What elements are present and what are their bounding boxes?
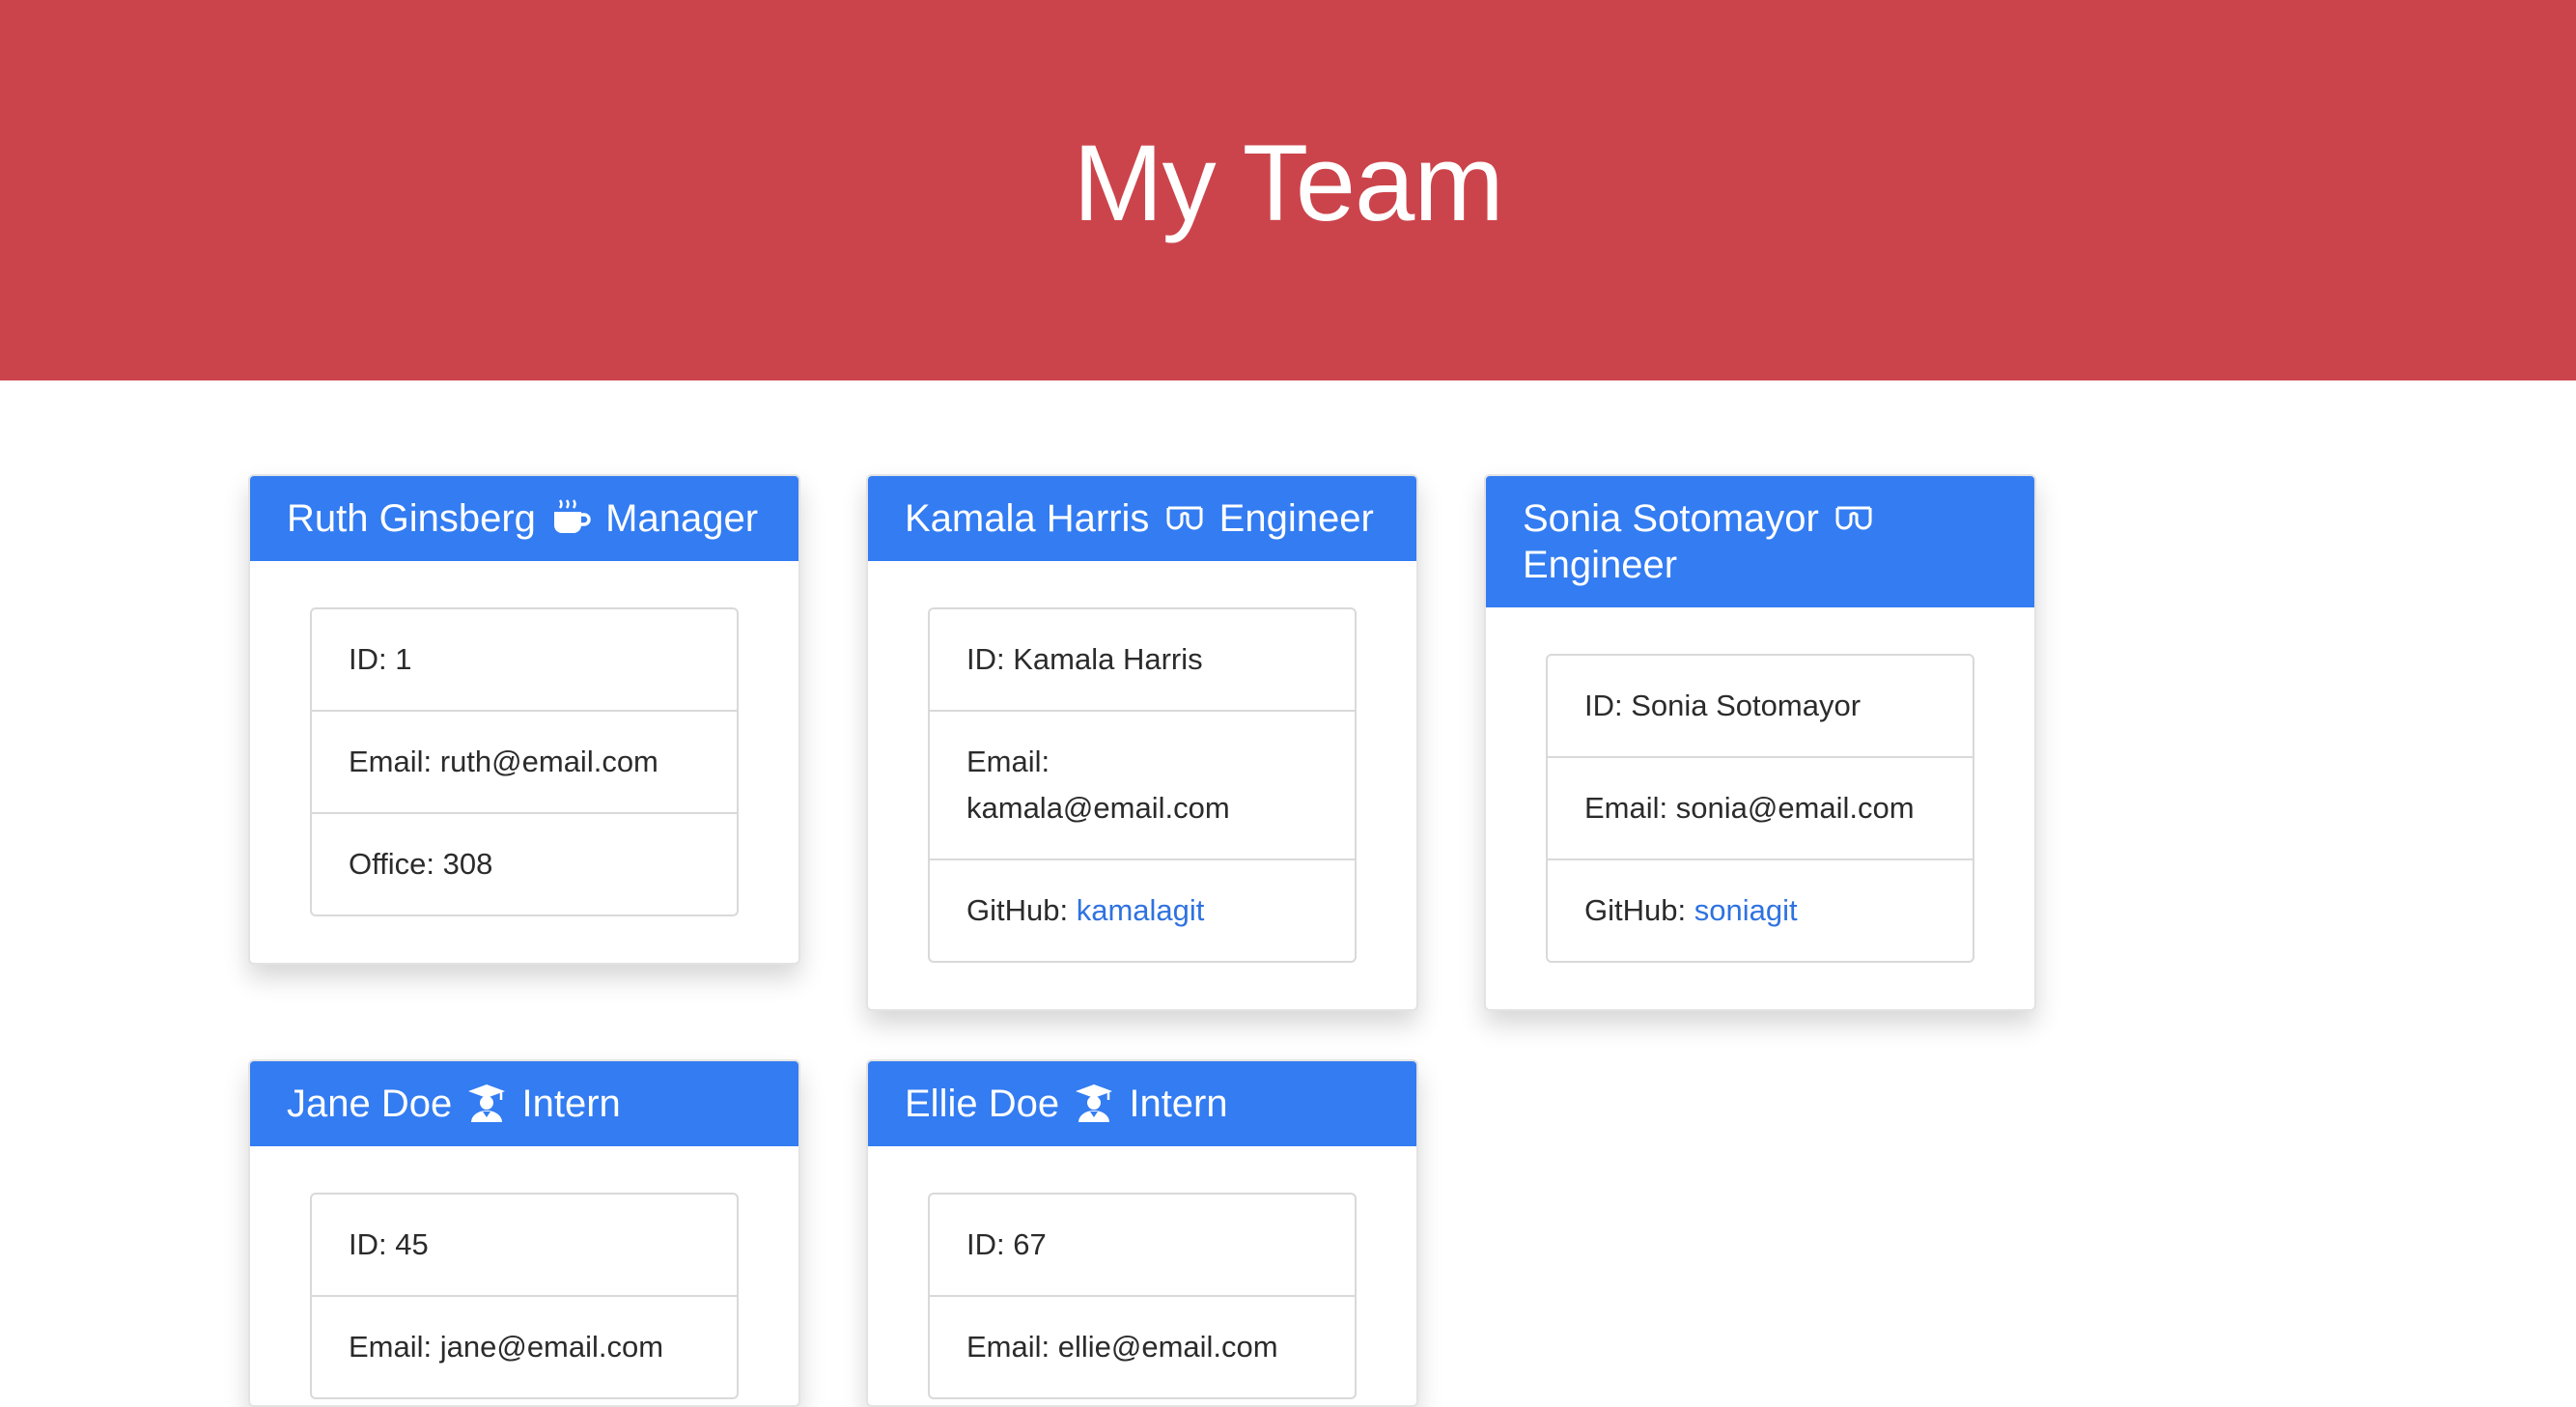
- github-row: GitHub: kamalagit: [930, 858, 1355, 961]
- employee-id: ID: Kamala Harris: [966, 642, 1203, 676]
- graduate-icon: [468, 1084, 506, 1122]
- card-header: Ellie Doe Intern: [868, 1061, 1416, 1146]
- github-label: GitHub:: [966, 893, 1077, 927]
- employee-name: Kamala Harris: [905, 497, 1150, 540]
- employee-card: Sonia Sotomayor Engineer ID: Sonia Sotom…: [1484, 474, 2036, 1011]
- github-link[interactable]: kamalagit: [1077, 893, 1205, 927]
- employee-role: Intern: [1129, 1083, 1228, 1125]
- employee-role: Engineer: [1218, 497, 1374, 540]
- card-header: Kamala Harris Engineer: [868, 476, 1416, 561]
- github-label: GitHub:: [1584, 893, 1694, 927]
- card-header: Sonia Sotomayor Engineer: [1486, 476, 2034, 607]
- employee-id: ID: 45: [349, 1227, 429, 1261]
- employee-email: Email: ellie@email.com: [930, 1295, 1355, 1397]
- card-body: ID: 45 Email: jane@email.com: [250, 1146, 798, 1405]
- employee-email: Email: kamala@email.com: [930, 710, 1355, 858]
- glasses-icon: [1166, 506, 1203, 530]
- employee-role: Manager: [605, 497, 759, 540]
- card-header: Ruth Ginsberg Manager: [250, 476, 798, 561]
- employee-card: Ellie Doe Intern ID: 67 Email: ellie@ema…: [866, 1059, 1418, 1407]
- employee-name: Ellie Doe: [905, 1083, 1060, 1125]
- employee-role: Engineer: [1523, 544, 1678, 586]
- details-list: ID: 1 Email: ruth@email.com Office: 308: [310, 607, 739, 916]
- employee-email: Email: sonia@email.com: [1548, 756, 1973, 858]
- employee-name: Sonia Sotomayor: [1523, 497, 1819, 540]
- employee-email: Email: jane@email.com: [312, 1295, 737, 1397]
- card-header: Jane Doe Intern: [250, 1061, 798, 1146]
- employee-name: Jane Doe: [287, 1083, 453, 1125]
- employee-card: Jane Doe Intern ID: 45 Email: jane@email…: [248, 1059, 800, 1407]
- employee-id: ID: Sonia Sotomayor: [1584, 689, 1862, 722]
- employee-email: Email: ruth@email.com: [312, 710, 737, 812]
- employee-id: ID: 67: [966, 1227, 1047, 1261]
- card-body: ID: 1 Email: ruth@email.com Office: 308: [250, 561, 798, 963]
- details-list: ID: 67 Email: ellie@email.com: [928, 1193, 1357, 1399]
- page-title: My Team: [1073, 122, 1503, 243]
- employee-name: Ruth Ginsberg: [287, 497, 536, 540]
- header-banner: My Team: [0, 0, 2576, 380]
- card-body: ID: Sonia Sotomayor Email: sonia@email.c…: [1486, 607, 2034, 1009]
- employee-role: Intern: [521, 1083, 621, 1125]
- details-list: ID: Sonia Sotomayor Email: sonia@email.c…: [1546, 654, 1974, 963]
- coffee-mug-icon: [554, 499, 591, 533]
- details-list: ID: Kamala Harris Email: kamala@email.co…: [928, 607, 1357, 963]
- graduate-icon: [1076, 1084, 1113, 1122]
- employee-card: Kamala Harris Engineer ID: Kamala Harris…: [866, 474, 1418, 1011]
- office-number: Office: 308: [312, 812, 737, 915]
- glasses-icon: [1835, 506, 1872, 530]
- details-list: ID: 45 Email: jane@email.com: [310, 1193, 739, 1399]
- employee-id: ID: 1: [349, 642, 412, 676]
- card-body: ID: 67 Email: ellie@email.com: [868, 1146, 1416, 1405]
- github-row: GitHub: soniagit: [1548, 858, 1973, 961]
- card-body: ID: Kamala Harris Email: kamala@email.co…: [868, 561, 1416, 1009]
- employee-card: Ruth Ginsberg Manager ID: 1 Email: ruth@…: [248, 474, 800, 965]
- github-link[interactable]: soniagit: [1694, 893, 1798, 927]
